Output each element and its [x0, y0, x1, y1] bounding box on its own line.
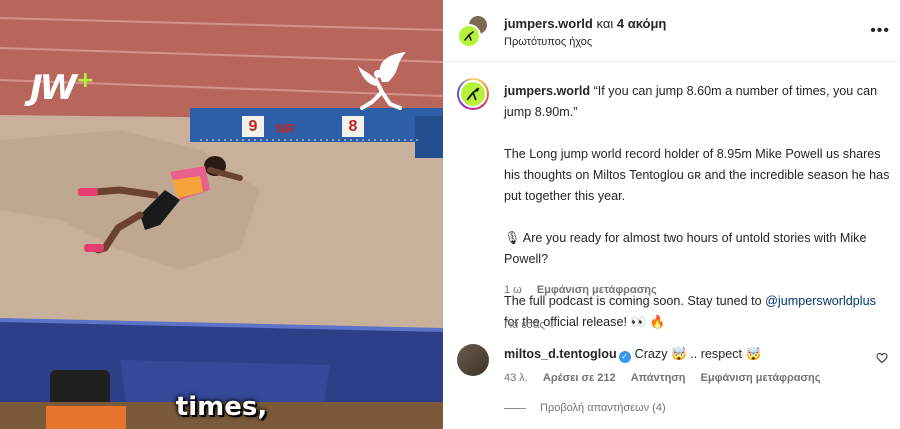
post-panel: jumpers.world και 4 ακόμη Πρωτότυπος ήχο… [443, 0, 900, 429]
reel-video[interactable]: JW+ 9 NR 8 times, [0, 0, 443, 429]
for-you-dropdown[interactable]: Για εσάς ⌵ [504, 319, 556, 332]
post-header: jumpers.world και 4 ακόμη Πρωτότυπος ήχο… [443, 0, 900, 62]
caption-translate-link[interactable]: Εμφάνιση μετάφρασης [537, 284, 657, 296]
more-options-button[interactable]: ••• [870, 22, 890, 40]
comment-reply-button[interactable]: Απάντηση [631, 372, 686, 384]
header-username[interactable]: jumpers.world [504, 16, 593, 31]
comment-avatar[interactable] [457, 344, 489, 376]
view-replies-button[interactable]: Προβολή απαντήσεων (4) [504, 402, 666, 414]
replies-divider [504, 407, 526, 409]
comment-username[interactable]: miltos_d.tentoglou [504, 347, 617, 361]
caption-paragraph-2: The Long jump world record holder of 8.9… [504, 147, 890, 203]
comment-translate-link[interactable]: Εμφάνιση μετάφρασης [701, 372, 821, 384]
board-marker-right: 8 [342, 116, 364, 137]
jumper-icon [466, 87, 480, 101]
collab-avatars[interactable] [457, 14, 491, 48]
header-title: jumpers.world και 4 ακόμη [504, 16, 666, 31]
caption-paragraph-3: 🎙 Are you ready for almost two hours of … [504, 231, 867, 266]
brand-logo: JW+ [30, 68, 95, 108]
view-replies-label: Προβολή απαντήσεων (4) [540, 402, 666, 414]
header-others-link[interactable]: 4 ακόμη [617, 16, 667, 31]
comment: miltos_d.tentoglou ✓ Crazy 🤯 .. respect 🤯 [504, 347, 864, 363]
board-marker-nr: NR [276, 121, 295, 136]
caption-time: 1 ω [504, 284, 522, 296]
heart-icon[interactable] [876, 352, 888, 364]
mention-link[interactable]: @jumpersworldplus [765, 294, 876, 308]
post-caption: jumpers.world “If you can jump 8.60m a n… [504, 81, 894, 354]
board-marker-left: 9 [242, 116, 264, 137]
header-and: και [596, 16, 614, 31]
caption-avatar[interactable] [457, 78, 489, 110]
jumpers-world-avatar [457, 24, 481, 48]
jumper-icon [464, 31, 474, 41]
winged-figure-logo-icon [358, 52, 406, 110]
comment-time: 43 λ. [504, 372, 528, 384]
caption-meta: 1 ω Εμφάνιση μετάφρασης [504, 284, 657, 296]
comment-meta: 43 λ. Αρέσει σε 212 Απάντηση Εμφάνιση με… [504, 372, 832, 384]
comment-text: Crazy 🤯 .. respect 🤯 [634, 347, 762, 361]
caption-username[interactable]: jumpers.world [504, 84, 590, 98]
caption-paragraph-4: The full podcast is coming soon. Stay tu… [504, 294, 876, 329]
comment-likes[interactable]: Αρέσει σε 212 [543, 372, 616, 384]
verified-badge-icon: ✓ [618, 351, 631, 363]
video-subtitle: times, [175, 392, 268, 422]
original-audio-link[interactable]: Πρωτότυπος ήχος [504, 36, 592, 48]
